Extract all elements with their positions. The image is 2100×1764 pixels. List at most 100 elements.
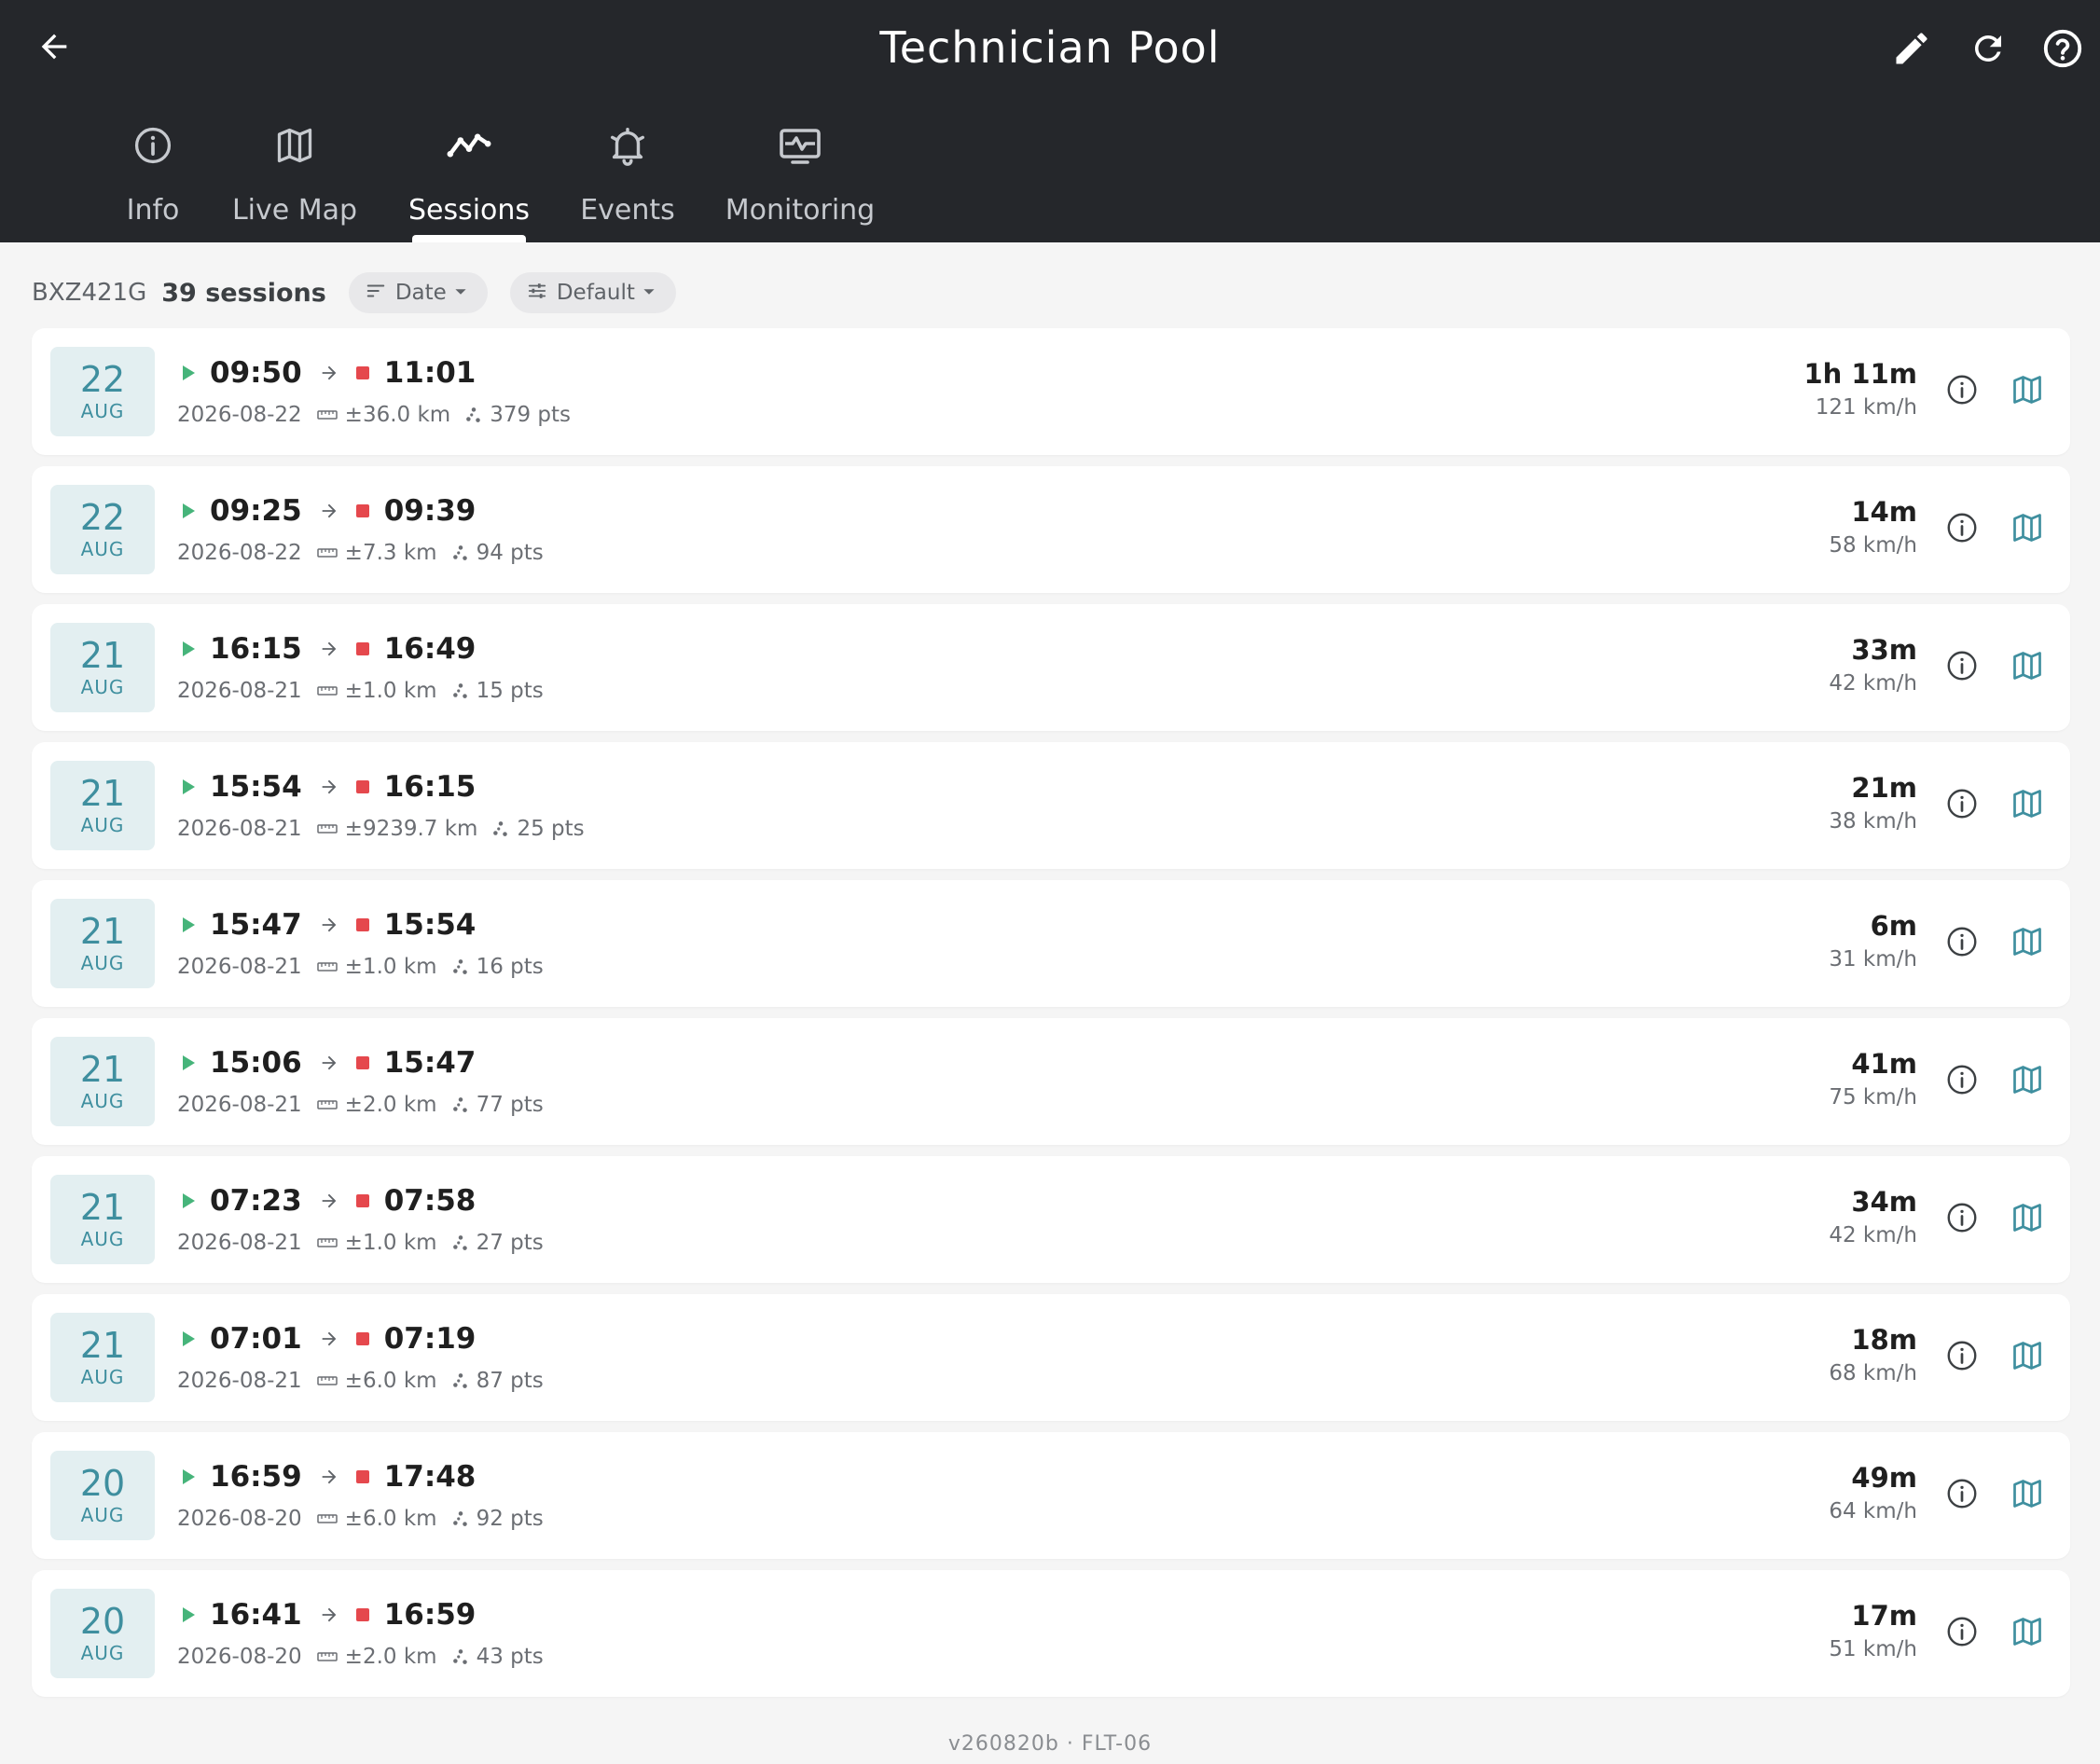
map-icon — [2010, 925, 2044, 962]
session-start-time: 09:50 — [210, 356, 302, 390]
session-map-button[interactable] — [2009, 787, 2046, 824]
session-meta: 2026-08-21 ±6.0 km 87 pts — [177, 1365, 544, 1397]
session-card[interactable]: 22 AUG 09:50 11:01 2026-08-22 ±36.0 km 3… — [32, 328, 2070, 455]
session-points: 25 pts — [517, 817, 585, 841]
session-map-button[interactable] — [2009, 1339, 2046, 1376]
session-month: AUG — [80, 1228, 125, 1250]
session-date-badge: 21 AUG — [50, 1037, 155, 1126]
session-speed: 75 km/h — [1829, 1085, 1917, 1109]
session-month: AUG — [80, 1366, 125, 1388]
tab-info[interactable]: Info — [123, 119, 183, 242]
session-map-button[interactable] — [2009, 1201, 2046, 1238]
session-duration: 41m — [1851, 1048, 1917, 1080]
stop-icon — [355, 1056, 369, 1069]
tab-monitoring[interactable]: Monitoring — [725, 119, 875, 242]
sort-icon — [366, 281, 386, 305]
session-date: 2026-08-21 — [177, 1231, 302, 1255]
session-date-badge: 21 AUG — [50, 1175, 155, 1264]
session-start-time: 16:15 — [210, 632, 302, 666]
edit-button[interactable] — [1886, 24, 1938, 76]
tab-live-map[interactable]: Live Map — [232, 119, 357, 242]
session-card[interactable]: 21 AUG 15:06 15:47 2026-08-21 ±2.0 km 77… — [32, 1018, 2070, 1145]
session-card[interactable]: 20 AUG 16:59 17:48 2026-08-20 ±6.0 km 92… — [32, 1432, 2070, 1559]
session-info-button[interactable] — [1943, 787, 1981, 824]
session-meta: 2026-08-20 ±2.0 km 43 pts — [177, 1641, 544, 1673]
session-day: 21 — [79, 911, 126, 952]
ruler-icon — [316, 1374, 338, 1387]
session-speed: 68 km/h — [1829, 1361, 1917, 1385]
session-start-time: 15:47 — [210, 908, 302, 942]
session-time-range: 07:23 07:58 — [183, 1182, 476, 1220]
session-speed: 42 km/h — [1829, 1223, 1917, 1247]
bell-icon — [606, 124, 649, 171]
session-date-badge: 20 AUG — [50, 1451, 155, 1540]
session-day: 21 — [79, 635, 126, 676]
session-info-button[interactable] — [1943, 649, 1981, 686]
session-info-button[interactable] — [1943, 1477, 1981, 1514]
session-info-button[interactable] — [1943, 1339, 1981, 1376]
session-duration: 18m — [1851, 1324, 1917, 1356]
session-info-button[interactable] — [1943, 1063, 1981, 1100]
session-date-badge: 21 AUG — [50, 623, 155, 712]
arrow-right-icon — [319, 1605, 339, 1625]
points-icon — [465, 407, 482, 423]
session-map-button[interactable] — [2009, 1477, 2046, 1514]
session-day: 22 — [79, 497, 126, 538]
play-icon — [183, 917, 195, 932]
session-date: 2026-08-20 — [177, 1507, 302, 1531]
session-card[interactable]: 21 AUG 07:23 07:58 2026-08-21 ±1.0 km 27… — [32, 1156, 2070, 1283]
vehicle-plate: BXZ421G — [32, 279, 147, 307]
tab-monitoring-label: Monitoring — [725, 194, 876, 227]
session-info-button[interactable] — [1943, 373, 1981, 410]
session-time-range: 09:50 11:01 — [183, 354, 476, 392]
session-time-range: 07:01 07:19 — [183, 1320, 476, 1357]
session-info-button[interactable] — [1943, 511, 1981, 548]
session-info-button[interactable] — [1943, 1615, 1981, 1652]
session-month: AUG — [80, 1642, 125, 1664]
session-start-time: 16:59 — [210, 1460, 302, 1494]
session-card[interactable]: 20 AUG 16:41 16:59 2026-08-20 ±2.0 km 43… — [32, 1570, 2070, 1697]
session-info-button[interactable] — [1943, 925, 1981, 962]
session-map-button[interactable] — [2009, 511, 2046, 548]
map-icon — [2010, 1201, 2044, 1238]
session-info-button[interactable] — [1943, 1201, 1981, 1238]
session-meta: 2026-08-22 ±7.3 km 94 pts — [177, 537, 544, 569]
session-map-button[interactable] — [2009, 649, 2046, 686]
arrow-right-icon — [319, 777, 339, 797]
session-card[interactable]: 22 AUG 09:25 09:39 2026-08-22 ±7.3 km 94… — [32, 466, 2070, 593]
session-month: AUG — [80, 814, 125, 836]
session-start-time: 07:01 — [210, 1322, 302, 1356]
refresh-button[interactable] — [1962, 24, 2014, 76]
play-icon — [183, 641, 195, 656]
session-end-time: 16:59 — [383, 1598, 477, 1632]
session-card[interactable]: 21 AUG 15:47 15:54 2026-08-21 ±1.0 km 16… — [32, 880, 2070, 1007]
session-card[interactable]: 21 AUG 07:01 07:19 2026-08-21 ±6.0 km 87… — [32, 1294, 2070, 1421]
map-icon — [2010, 1063, 2044, 1100]
arrow-right-icon — [319, 1329, 339, 1349]
map-icon — [2010, 649, 2044, 686]
session-meta: 2026-08-21 ±1.0 km 15 pts — [177, 675, 544, 707]
session-day: 21 — [79, 1325, 126, 1366]
tab-sessions[interactable]: Sessions — [408, 119, 530, 242]
help-button[interactable] — [2037, 24, 2089, 76]
session-map-button[interactable] — [2009, 373, 2046, 410]
session-date: 2026-08-21 — [177, 1093, 302, 1117]
stop-icon — [355, 642, 369, 655]
session-day: 20 — [79, 1463, 126, 1504]
session-map-button[interactable] — [2009, 1063, 2046, 1100]
tab-events[interactable]: Events — [580, 119, 675, 242]
session-date: 2026-08-22 — [177, 403, 302, 427]
session-map-button[interactable] — [2009, 925, 2046, 962]
session-distance: ±1.0 km — [344, 679, 437, 703]
session-card[interactable]: 21 AUG 15:54 16:15 2026-08-21 ±9239.7 km… — [32, 742, 2070, 869]
points-icon — [452, 1510, 469, 1527]
sort-date-chip[interactable]: Date — [348, 272, 488, 313]
session-card[interactable]: 21 AUG 16:15 16:49 2026-08-21 ±1.0 km 15… — [32, 604, 2070, 731]
filter-default-chip[interactable]: Default — [509, 272, 676, 313]
session-end-time: 17:48 — [383, 1460, 477, 1494]
session-map-button[interactable] — [2009, 1615, 2046, 1652]
play-icon — [183, 1331, 195, 1346]
session-time-range: 15:47 15:54 — [183, 906, 476, 944]
session-points: 92 pts — [476, 1507, 544, 1531]
arrow-right-icon — [319, 1191, 339, 1211]
